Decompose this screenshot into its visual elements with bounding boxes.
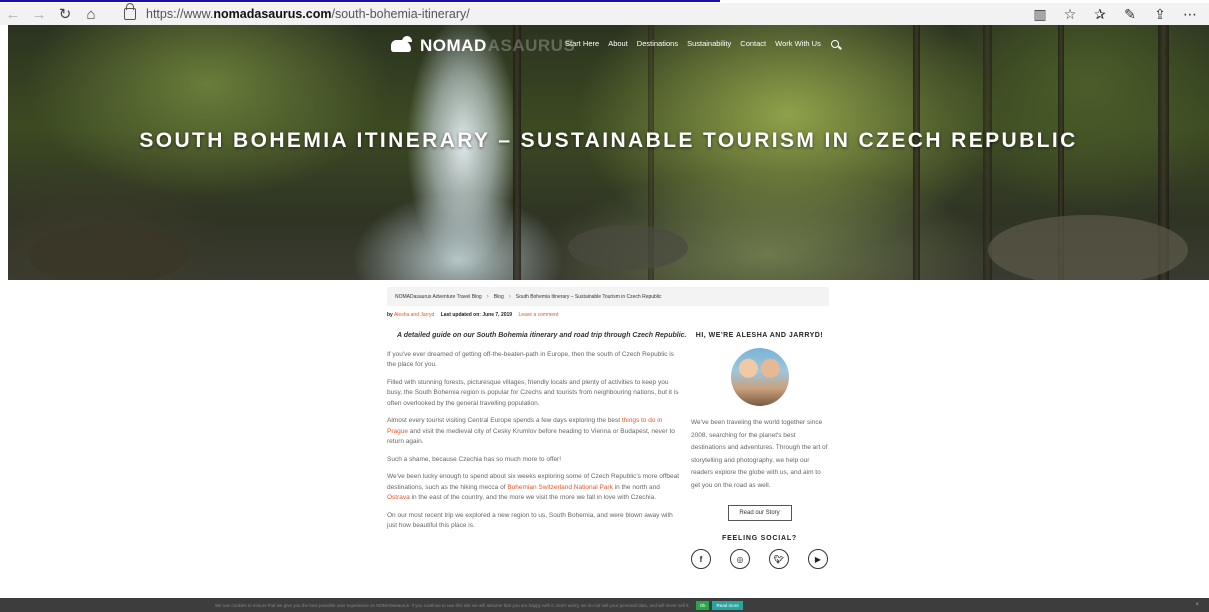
logo-text-faded: ASAURUS bbox=[487, 36, 576, 55]
share-icon[interactable]: ⇪ bbox=[1145, 3, 1175, 25]
nav-item-work-with-us[interactable]: Work With Us bbox=[775, 39, 821, 48]
article-paragraph: Almost every tourist visiting Central Eu… bbox=[387, 416, 684, 448]
sidebar-bio: We've been traveling the world together … bbox=[691, 419, 828, 489]
search-icon[interactable] bbox=[830, 39, 839, 48]
paragraph-text: and visit the medieval city of Cesky Kru… bbox=[387, 427, 675, 446]
about-sidebar: HI, WE'RE ALESHA AND JARRYD! We've been … bbox=[691, 332, 828, 569]
nav-item-about[interactable]: About bbox=[608, 39, 628, 48]
rock bbox=[988, 215, 1188, 280]
site-logo[interactable]: NOMAD ASAURUS bbox=[388, 33, 575, 59]
leave-comment-link[interactable]: Leave a comment bbox=[518, 312, 558, 318]
browser-window: ← → ↻ ⌂ https://www.nomadasaurus.com/sou… bbox=[0, 0, 1209, 612]
nav-item-destinations[interactable]: Destinations bbox=[637, 39, 678, 48]
favorites-bar-icon[interactable]: ✰ bbox=[1085, 3, 1115, 25]
youtube-icon[interactable]: ▶ bbox=[808, 549, 828, 569]
chevron-right-icon: › bbox=[508, 293, 511, 300]
post-byline: by Alesha and Jarryd Last updated on: Ju… bbox=[387, 312, 558, 318]
article-paragraph: On our most recent trip we explored a ne… bbox=[387, 511, 673, 530]
address-bar: ← → ↻ ⌂ https://www.nomadasaurus.com/sou… bbox=[0, 3, 1209, 25]
author-link[interactable]: Alesha and Jarryd bbox=[394, 312, 434, 318]
url-host: nomadasaurus.com bbox=[213, 7, 332, 21]
breadcrumb-home[interactable]: NOMADasaurus Adventure Travel Blog bbox=[395, 294, 482, 300]
instagram-icon[interactable]: ◎ bbox=[730, 549, 750, 569]
site-navigation: Start Here About Destinations Sustainabi… bbox=[565, 39, 839, 48]
breadcrumb-blog[interactable]: Blog bbox=[494, 294, 504, 300]
rock bbox=[568, 225, 688, 270]
browser-tools: ▥ ☆ ✰ ✎ ⇪ ⋯ bbox=[1025, 3, 1205, 25]
sidebar-title: HI, WE'RE ALESHA AND JARRYD! bbox=[695, 332, 824, 339]
refresh-icon[interactable]: ↻ bbox=[52, 3, 78, 25]
cookie-read-more-button[interactable]: Read more bbox=[712, 600, 743, 610]
article-paragraph: We've been lucky enough to spend about s… bbox=[387, 472, 684, 504]
back-icon[interactable]: ← bbox=[0, 3, 26, 25]
ostrava-link[interactable]: Ostrava bbox=[387, 494, 410, 501]
article-paragraph: Such a shame, because Czechia has so muc… bbox=[387, 455, 562, 463]
last-updated: Last updated on: June 7, 2019 bbox=[440, 312, 513, 318]
rock bbox=[28, 225, 188, 280]
favorite-icon[interactable]: ☆ bbox=[1055, 3, 1085, 25]
forward-icon[interactable]: → bbox=[26, 3, 52, 25]
logo-text: NOMAD bbox=[420, 36, 487, 55]
paragraph-text: Almost every tourist visiting Central Eu… bbox=[387, 417, 622, 424]
nav-item-start-here[interactable]: Start Here bbox=[565, 39, 599, 48]
home-icon[interactable]: ⌂ bbox=[78, 3, 104, 25]
cookie-banner: We use cookies to ensure that we give yo… bbox=[0, 598, 1209, 612]
avatar bbox=[730, 348, 789, 406]
dinosaur-logo-icon bbox=[388, 36, 416, 56]
breadcrumb-current: South Bohemia Itinerary – Sustainable To… bbox=[515, 293, 662, 300]
hero-banner: NOMAD ASAURUS Start Here About Destinatio… bbox=[8, 25, 1209, 280]
more-icon[interactable]: ⋯ bbox=[1175, 3, 1205, 25]
top-link[interactable] bbox=[0, 0, 720, 2]
lock-icon bbox=[124, 3, 136, 20]
nav-item-contact[interactable]: Contact bbox=[740, 39, 766, 48]
article-body: A detailed guide on our South Bohemia it… bbox=[387, 331, 687, 539]
url-field[interactable]: https://www.nomadasaurus.com/south-bohem… bbox=[146, 7, 470, 21]
facebook-icon[interactable]: f bbox=[691, 549, 711, 569]
cookie-text: We use cookies to ensure that we give yo… bbox=[215, 602, 690, 608]
read-our-story-button[interactable]: Read our Story bbox=[727, 505, 792, 521]
social-title: FEELING SOCIAL? bbox=[722, 535, 797, 542]
url-prefix: https://www. bbox=[146, 7, 214, 21]
article-lead: A detailed guide on our South Bohemia it… bbox=[397, 332, 687, 339]
url-path: /south-bohemia-itinerary/ bbox=[331, 7, 470, 21]
breadcrumb: NOMADasaurus Adventure Travel Blog › Blo… bbox=[387, 287, 829, 306]
article-paragraph: Filled with stunning forests, picturesqu… bbox=[387, 378, 679, 407]
cookie-ok-button[interactable]: Ok bbox=[695, 600, 710, 610]
byline-by: by bbox=[387, 312, 393, 318]
bohemian-switzerland-link[interactable]: Bohemian Switzerland National Park bbox=[507, 484, 613, 491]
page-title: SOUTH BOHEMIA ITINERARY – SUSTAINABLE TO… bbox=[139, 129, 1078, 152]
social-links: f ◎ 🐦︎ ▶ bbox=[691, 549, 828, 569]
paragraph-text: in the east of the country, and the more… bbox=[409, 494, 657, 501]
close-icon[interactable]: × bbox=[1195, 602, 1199, 608]
chevron-right-icon: › bbox=[486, 293, 489, 300]
reading-view-icon[interactable]: ▥ bbox=[1025, 3, 1055, 25]
nav-item-sustainability[interactable]: Sustainability bbox=[687, 39, 731, 48]
pen-icon[interactable]: ✎ bbox=[1115, 3, 1145, 25]
paragraph-text: in the north and bbox=[612, 483, 660, 491]
article-paragraph: If you've ever dreamed of getting off-th… bbox=[387, 350, 674, 369]
twitter-icon[interactable]: 🐦︎ bbox=[769, 549, 789, 569]
